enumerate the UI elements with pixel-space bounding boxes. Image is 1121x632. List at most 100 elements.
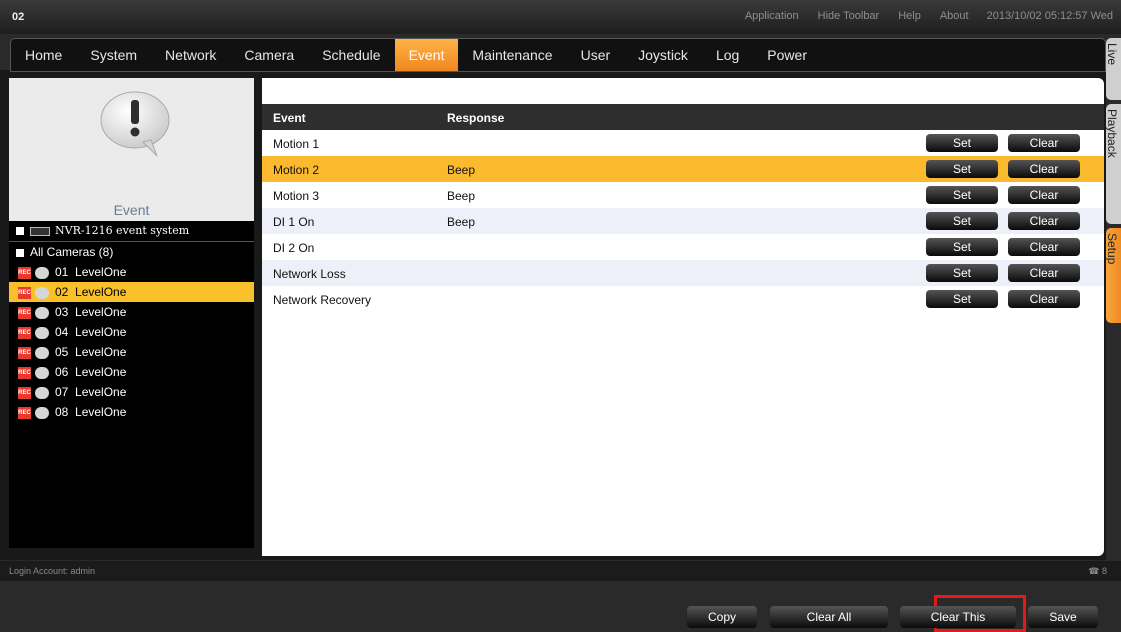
tab-live[interactable]: Live	[1105, 38, 1121, 100]
event-response: Beep	[447, 215, 476, 229]
camera-icon	[35, 306, 49, 319]
clear-button[interactable]: Clear	[1008, 134, 1080, 152]
copy-button[interactable]: Copy	[687, 606, 757, 628]
event-name: Network Loss	[273, 267, 346, 281]
set-button[interactable]: Set	[926, 238, 998, 256]
camera-name: LevelOne	[75, 285, 127, 299]
set-button[interactable]: Set	[926, 186, 998, 204]
rec-badge-icon: REC	[18, 306, 31, 319]
camera-name: LevelOne	[75, 405, 127, 419]
event-name: DI 1 On	[273, 215, 315, 229]
event-name: DI 2 On	[273, 241, 315, 255]
title-bar: 02 Application Hide Toolbar Help About 2…	[0, 0, 1121, 34]
nav-home[interactable]: Home	[11, 39, 76, 71]
camera-number: 01	[55, 265, 69, 279]
camera-icon	[35, 326, 49, 339]
clear-button[interactable]: Clear	[1008, 186, 1080, 204]
camera-item[interactable]: REC 08 LevelOne	[9, 402, 254, 422]
status-bar: Login Account: admin ☎ 8	[0, 561, 1121, 581]
nav-maintenance[interactable]: Maintenance	[458, 39, 566, 71]
main-nav: Home System Network Camera Schedule Event Main…	[10, 38, 1106, 72]
camera-item[interactable]: REC 02 LevelOne	[9, 282, 254, 302]
camera-number: 08	[55, 405, 69, 419]
nav-joystick[interactable]: Joystick	[624, 39, 702, 71]
menu-help[interactable]: Help	[898, 10, 921, 22]
set-button[interactable]: Set	[926, 290, 998, 308]
clear-button[interactable]: Clear	[1008, 238, 1080, 256]
set-button[interactable]: Set	[926, 264, 998, 282]
clear-button[interactable]: Clear	[1008, 264, 1080, 282]
table-row[interactable]: DI 2 On Set Clear	[262, 234, 1104, 260]
event-name: Motion 3	[273, 189, 320, 203]
event-response: Beep	[447, 163, 476, 177]
camera-item[interactable]: REC 07 LevelOne	[9, 382, 254, 402]
tab-playback[interactable]: Playback	[1105, 104, 1121, 224]
table-row[interactable]: Motion 3 Beep Set Clear	[262, 182, 1104, 208]
table-row[interactable]: Motion 2 Beep Set Clear	[262, 156, 1104, 182]
camera-item[interactable]: REC 05 LevelOne	[9, 342, 254, 362]
camera-number: 06	[55, 365, 69, 379]
nav-camera[interactable]: Camera	[230, 39, 308, 71]
rec-badge-icon: REC	[18, 266, 31, 279]
clear-this-button[interactable]: Clear This	[900, 606, 1016, 628]
tree-group-node[interactable]: All Cameras (8)	[9, 242, 254, 262]
nav-log[interactable]: Log	[702, 39, 753, 71]
camera-name: LevelOne	[75, 385, 127, 399]
sidebar-title: Event	[113, 202, 150, 218]
rec-badge-icon: REC	[18, 326, 31, 339]
alert-bubble-icon	[100, 91, 170, 157]
event-sidebar: Event NVR-1216 event system All Cameras …	[9, 78, 254, 548]
set-button[interactable]: Set	[926, 134, 998, 152]
nav-schedule[interactable]: Schedule	[308, 39, 394, 71]
nav-power[interactable]: Power	[753, 39, 821, 71]
window-title: 02	[12, 11, 25, 23]
clock-display: 2013/10/02 05:12:57 Wed	[986, 10, 1113, 22]
nav-user[interactable]: User	[567, 39, 625, 71]
camera-name: LevelOne	[75, 365, 127, 379]
camera-name: LevelOne	[75, 345, 127, 359]
clear-button[interactable]: Clear	[1008, 290, 1080, 308]
table-row[interactable]: Network Loss Set Clear	[262, 260, 1104, 286]
camera-icon	[35, 266, 49, 279]
tree-system-node[interactable]: NVR-1216 event system	[9, 221, 254, 242]
system-label: NVR-1216 event system	[55, 224, 190, 237]
save-button[interactable]: Save	[1028, 606, 1098, 628]
set-button[interactable]: Set	[926, 212, 998, 230]
set-button[interactable]: Set	[926, 160, 998, 178]
tab-setup[interactable]: Setup	[1105, 228, 1121, 323]
nav-system[interactable]: System	[76, 39, 151, 71]
camera-number: 04	[55, 325, 69, 339]
login-account: Login Account: admin	[9, 566, 96, 576]
table-header: Event Response	[262, 104, 1104, 130]
collapse-icon[interactable]	[16, 248, 24, 257]
header-event: Event	[273, 111, 306, 125]
nav-event[interactable]: Event	[394, 39, 459, 71]
menu-about[interactable]: About	[940, 10, 969, 22]
checkbox-icon[interactable]	[16, 227, 24, 235]
camera-item[interactable]: REC 01 LevelOne	[9, 262, 254, 282]
menu-application[interactable]: Application	[745, 10, 799, 22]
camera-name: LevelOne	[75, 325, 127, 339]
camera-item[interactable]: REC 04 LevelOne	[9, 322, 254, 342]
camera-item[interactable]: REC 06 LevelOne	[9, 362, 254, 382]
table-row[interactable]: Motion 1 Set Clear	[262, 130, 1104, 156]
event-panel: Event Response Motion 1 Set Clear Motion 2 B…	[262, 78, 1104, 632]
nav-network[interactable]: Network	[151, 39, 230, 71]
clear-button[interactable]: Clear	[1008, 160, 1080, 178]
camera-name: LevelOne	[75, 305, 127, 319]
event-name: Network Recovery	[273, 293, 372, 307]
clear-button[interactable]: Clear	[1008, 212, 1080, 230]
camera-number: 07	[55, 385, 69, 399]
nvr-device-icon	[30, 226, 50, 236]
side-tabs: Live Playback Setup	[1105, 38, 1121, 558]
camera-item[interactable]: REC 03 LevelOne	[9, 302, 254, 322]
clear-all-button[interactable]: Clear All	[770, 606, 888, 628]
rec-badge-icon: REC	[18, 346, 31, 359]
table-row[interactable]: DI 1 On Beep Set Clear	[262, 208, 1104, 234]
table-row[interactable]: Network Recovery Set Clear	[262, 286, 1104, 312]
header-response: Response	[447, 111, 505, 125]
camera-icon	[35, 286, 49, 299]
menu-hide-toolbar[interactable]: Hide Toolbar	[818, 10, 880, 22]
event-response: Beep	[447, 189, 476, 203]
camera-icon	[35, 366, 49, 379]
